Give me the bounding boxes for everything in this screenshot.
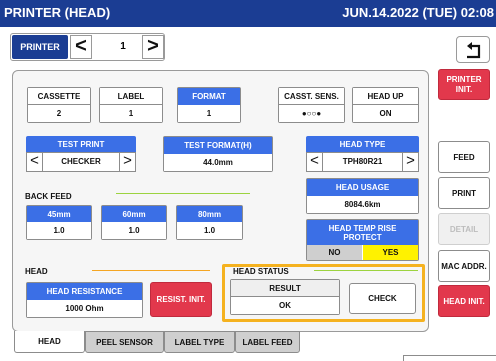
head-temp-yes-option[interactable]: YES (363, 245, 418, 260)
resist-init-button[interactable]: RESIST. INIT. (150, 282, 212, 317)
head-temp-no-option[interactable]: NO (307, 245, 362, 260)
back-feed-divider (116, 193, 250, 194)
test-format-field[interactable]: TEST FORMAT(H) 44.0mm (163, 136, 273, 172)
head-resistance-field: HEAD RESISTANCE 1000 Ohm (26, 282, 143, 318)
printer-number: 1 (120, 41, 126, 52)
back-feed-80-value: 1.0 (177, 222, 242, 239)
back-feed-80-header: 80mm (177, 206, 242, 223)
check-button[interactable]: CHECK (349, 283, 416, 314)
format-field: FORMAT 1 (177, 87, 241, 123)
tab-peel-sensor[interactable]: PEEL SENSOR (85, 331, 164, 353)
feed-button[interactable]: FEED (438, 141, 490, 173)
head-temp-field: HEAD TEMP RISE PROTECT NO YES (306, 219, 419, 261)
return-arrow-icon (467, 42, 481, 59)
head-up-field: HEAD UP ON (352, 87, 419, 123)
head-usage-value: 8084.6km (307, 196, 418, 213)
cassette-value: 2 (28, 105, 90, 122)
detail-button[interactable]: DETAIL (438, 213, 490, 245)
head-type-header: HEAD TYPE (306, 136, 419, 153)
head-temp-header: HEAD TEMP RISE PROTECT (307, 220, 418, 245)
back-feed-80-field[interactable]: 80mm 1.0 (176, 205, 243, 240)
head-section-title: HEAD (25, 267, 48, 276)
printer-next-button[interactable]: > (142, 35, 164, 59)
test-print-next-button[interactable]: > (119, 153, 135, 171)
printer-init-button[interactable]: PRINTER INIT. (438, 69, 490, 100)
head-type-spinner: < TPH80R21 > (306, 152, 419, 172)
casst-sens-field: CASST. SENS. ●○○● (278, 87, 345, 123)
test-format-header: TEST FORMAT(H) (164, 137, 272, 154)
back-feed-45-value: 1.0 (27, 222, 91, 239)
result-value: OK (231, 297, 339, 314)
page-title: PRINTER (HEAD) (4, 5, 111, 20)
casst-sens-header: CASST. SENS. (279, 88, 344, 105)
mac-addr-button[interactable]: MAC ADDR. (438, 250, 490, 282)
printer-prev-button[interactable]: < (70, 35, 92, 59)
head-usage-header: HEAD USAGE (307, 179, 418, 196)
test-print-header: TEST PRINT (26, 136, 136, 153)
head-up-header: HEAD UP (353, 88, 418, 105)
label-field: LABEL 1 (99, 87, 163, 123)
head-type-value: TPH80R21 (342, 157, 383, 166)
head-type-next-button[interactable]: > (402, 153, 418, 171)
label-value: 1 (100, 105, 162, 122)
back-feed-60-field[interactable]: 60mm 1.0 (101, 205, 167, 240)
cassette-header: CASSETTE (28, 88, 90, 105)
test-print-value: CHECKER (61, 157, 101, 166)
bottom-frame-edge (403, 355, 496, 361)
test-format-value: 44.0mm (164, 154, 272, 171)
back-feed-60-header: 60mm (102, 206, 166, 223)
head-status-divider (314, 270, 418, 271)
back-feed-45-field[interactable]: 45mm 1.0 (26, 205, 92, 240)
back-feed-title: BACK FEED (25, 192, 72, 201)
head-section-divider (92, 270, 210, 271)
head-type-prev-button[interactable]: < (307, 153, 323, 171)
casst-sens-value: ●○○● (279, 105, 344, 122)
datetime-display: JUN.14.2022 (TUE) 02:08 (342, 5, 494, 20)
title-bar: PRINTER (HEAD) JUN.14.2022 (TUE) 02:08 (0, 0, 496, 27)
back-button[interactable] (456, 36, 490, 63)
format-value: 1 (178, 105, 240, 122)
label-header: LABEL (100, 88, 162, 105)
tab-head[interactable]: HEAD (14, 331, 85, 353)
format-header: FORMAT (178, 88, 240, 105)
head-up-value: ON (353, 105, 418, 122)
head-status-title: HEAD STATUS (233, 267, 289, 276)
print-button[interactable]: PRINT (438, 177, 490, 209)
head-resistance-header: HEAD RESISTANCE (27, 283, 142, 300)
back-feed-45-header: 45mm (27, 206, 91, 223)
printer-selector-label: PRINTER (12, 35, 68, 59)
result-field: RESULT OK (230, 279, 340, 315)
head-usage-field: HEAD USAGE 8084.6km (306, 178, 419, 214)
back-feed-60-value: 1.0 (102, 222, 166, 239)
head-resistance-value: 1000 Ohm (27, 300, 142, 317)
tab-label-feed[interactable]: LABEL FEED (235, 331, 300, 353)
result-header: RESULT (231, 280, 339, 297)
cassette-field: CASSETTE 2 (27, 87, 91, 123)
printer-selector: PRINTER < 1 > (10, 33, 165, 61)
head-init-button[interactable]: HEAD INIT. (438, 285, 490, 317)
tab-label-type[interactable]: LABEL TYPE (164, 331, 235, 353)
test-print-spinner: < CHECKER > (26, 152, 136, 172)
test-print-prev-button[interactable]: < (27, 153, 43, 171)
